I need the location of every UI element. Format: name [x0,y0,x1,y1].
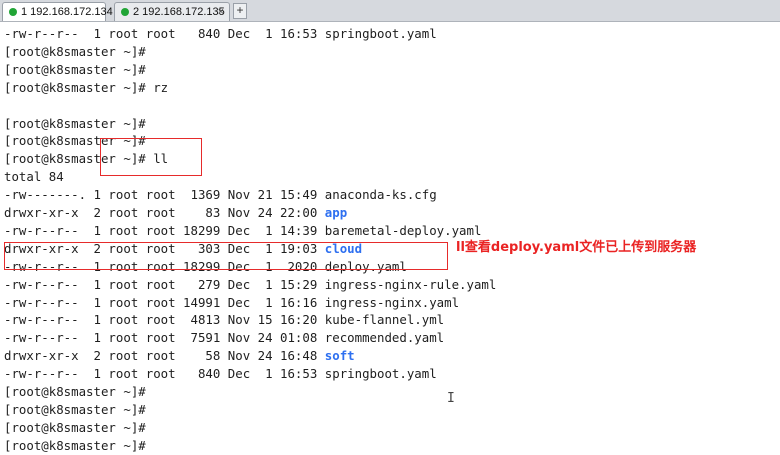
terminal-line: -rw-r--r-- 1 root root 14991 Dec 1 16:16… [4,294,459,312]
highlight-box-ll-command [100,138,202,176]
terminal-line: -rw-r--r-- 1 root root 7591 Nov 24 01:08… [4,329,444,347]
annotation-text: ll查看deploy.yaml文件已上传到服务器 [456,240,697,255]
close-tab-icon[interactable]: × [218,3,224,21]
terminal-line: [root@k8smaster ~]# [4,43,146,61]
terminal-text: [root@k8smaster ~]# [4,43,146,59]
terminal-line: [root@k8smaster ~]# [4,115,146,133]
terminal-line: -rw-r--r-- 1 root root 279 Dec 1 15:29 i… [4,276,496,294]
terminal-text: [root@k8smaster ~]# [4,401,146,417]
text-cursor-icon: I [447,391,455,406]
terminal-text: [root@k8smaster ~]# [4,61,146,77]
terminal-text: total 84 [4,169,64,185]
terminal-output[interactable]: -rw-r--r-- 1 root root 840 Dec 1 16:53 s… [0,22,780,453]
terminal-line: [root@k8smaster ~]# [4,401,146,419]
highlight-box-deploy-yaml [4,242,448,270]
terminal-text: -rw-r--r-- 1 root root 279 Dec 1 15:29 i… [4,276,497,292]
terminal-text: -rw-r--r-- 1 root root 840 Dec 1 16:53 s… [4,366,437,382]
terminal-text: [root@k8smaster ~]# rz [4,79,169,95]
terminal-text: -rw-r--r-- 1 root root 7591 Nov 24 01:08… [4,330,445,346]
terminal-line: [root@k8smaster ~]# [4,383,146,401]
terminal-line: -rw-r--r-- 1 root root 18299 Dec 1 14:39… [4,222,481,240]
connected-status-icon [9,8,17,16]
terminal-text: [root@k8smaster ~]# [4,419,146,435]
terminal-text: [root@k8smaster ~]# [4,384,146,399]
terminal-line: [root@k8smaster ~]# [4,437,146,455]
terminal-line: -rw-r--r-- 1 root root 840 Dec 1 16:53 s… [4,365,437,383]
terminal-text: -rw-r--r-- 1 root root 4813 Nov 15 16:20… [4,312,445,328]
tab-label: 2 192.168.172.135 [133,6,225,18]
add-tab-button[interactable]: + [233,3,247,19]
terminal-text: [root@k8smaster ~]# [4,115,146,131]
terminal-line: -rw-r--r-- 1 root root 840 Dec 1 16:53 s… [4,25,437,43]
tab-bar: 1 192.168.172.134 2 192.168.172.135 × + [0,0,780,22]
directory-name: soft [324,348,355,364]
terminal-line: [root@k8smaster ~]# [4,61,146,79]
tab-session-2[interactable]: 2 192.168.172.135 × [114,2,230,21]
terminal-text: -rw-r--r-- 1 root root 18299 Dec 1 14:39… [4,222,482,238]
terminal-text: drwxr-xr-x 2 root root 58 Nov 24 16:48 [4,348,325,364]
terminal-text: drwxr-xr-x 2 root root 83 Nov 24 22:00 [4,205,325,220]
terminal-line: -rw-r--r-- 1 root root 4813 Nov 15 16:20… [4,311,444,329]
terminal-line: [root@k8smaster ~]# rz [4,79,168,97]
directory-name: app [324,205,348,220]
terminal-text: -rw-------. 1 root root 1369 Nov 21 15:4… [4,187,437,203]
terminal-text: -rw-r--r-- 1 root root 14991 Dec 1 16:16… [4,294,460,310]
terminal-line: drwxr-xr-x 2 root root 58 Nov 24 16:48 s… [4,347,355,365]
tab-session-1[interactable]: 1 192.168.172.134 [2,2,113,21]
terminal-line: drwxr-xr-x 2 root root 83 Nov 24 22:00 a… [4,204,347,222]
terminal-line: total 84 [4,168,64,186]
tab-label: 1 192.168.172.134 [21,6,113,18]
terminal-line: -rw-------. 1 root root 1369 Nov 21 15:4… [4,186,437,204]
terminal-text: -rw-r--r-- 1 root root 840 Dec 1 16:53 s… [4,26,437,41]
terminal-text: [root@k8smaster ~]# [4,437,146,453]
connected-status-icon [121,8,129,16]
terminal-line: [root@k8smaster ~]# [4,419,146,437]
